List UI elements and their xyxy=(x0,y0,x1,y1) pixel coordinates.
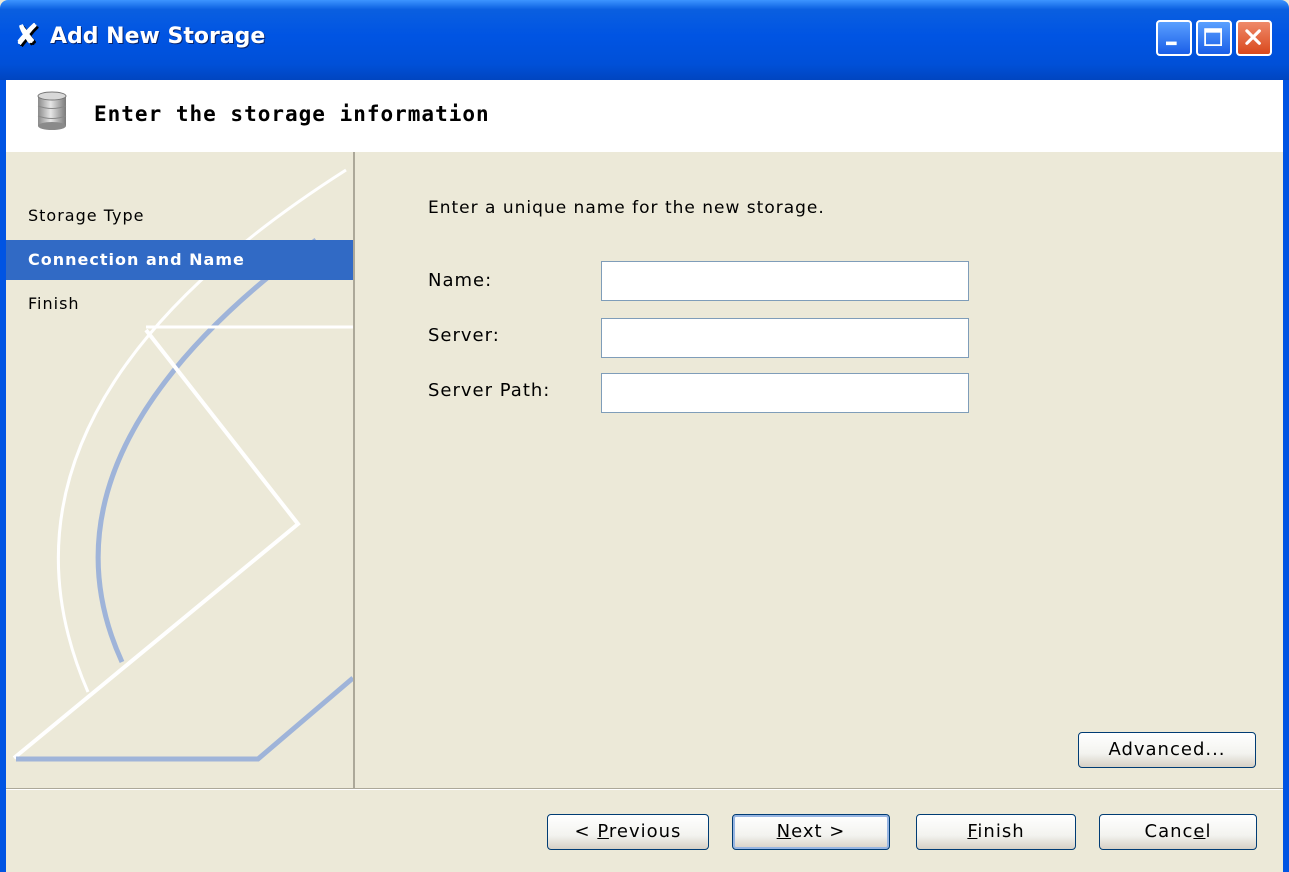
previous-prefix: < xyxy=(574,821,598,842)
finish-button[interactable]: Finish xyxy=(916,814,1076,850)
cancel-button[interactable]: Cancel xyxy=(1099,814,1257,850)
maximize-icon xyxy=(1204,28,1222,46)
app-logo-icon: ✘ xyxy=(14,18,40,53)
page-title: Enter the storage information xyxy=(94,102,490,126)
database-icon xyxy=(37,91,67,130)
next-label-rest: ext > xyxy=(791,821,846,842)
instruction-text: Enter a unique name for the new storage. xyxy=(428,198,825,218)
server-path-input[interactable] xyxy=(601,373,969,413)
next-button[interactable]: Next > xyxy=(732,814,890,850)
finish-label-rest: inish xyxy=(977,821,1025,842)
previous-button[interactable]: < Previous xyxy=(547,814,709,850)
cancel-label-rest: l xyxy=(1205,821,1212,842)
advanced-button[interactable]: Advanced... xyxy=(1078,732,1256,768)
minimize-button[interactable] xyxy=(1156,20,1192,56)
window-title: Add New Storage xyxy=(50,24,266,49)
name-label: Name: xyxy=(428,270,493,291)
server-path-label: Server Path: xyxy=(428,380,551,401)
panel-divider xyxy=(353,152,355,788)
server-label: Server: xyxy=(428,325,500,346)
wizard-content: Enter a unique name for the new storage.… xyxy=(360,152,1282,788)
previous-mnemonic: P xyxy=(597,821,609,842)
close-button[interactable] xyxy=(1236,20,1272,56)
cancel-mnemonic: e xyxy=(1193,821,1206,842)
close-icon xyxy=(1245,29,1261,45)
step-storage-type[interactable]: Storage Type xyxy=(6,196,353,236)
add-new-storage-dialog: ✘ Add New Storage Enter the storage info… xyxy=(0,0,1289,872)
maximize-button[interactable] xyxy=(1196,20,1232,56)
step-connection-and-name[interactable]: Connection and Name xyxy=(6,240,353,280)
window-frame-right xyxy=(1283,80,1289,872)
finish-mnemonic: F xyxy=(967,821,978,842)
wizard-footer: < Previous Next > Finish Cancel xyxy=(6,790,1283,872)
title-bar[interactable]: ✘ Add New Storage xyxy=(0,0,1289,80)
minimize-icon xyxy=(1166,41,1177,46)
step-finish[interactable]: Finish xyxy=(6,284,353,324)
previous-label-rest: revious xyxy=(608,821,682,842)
name-input[interactable] xyxy=(601,261,969,301)
server-input[interactable] xyxy=(601,318,969,358)
wizard-steps-panel: Storage Type Connection and Name Finish xyxy=(6,152,353,788)
next-mnemonic: N xyxy=(776,821,792,842)
cancel-label-pre: Canc xyxy=(1144,821,1194,842)
wizard-header: Enter the storage information xyxy=(6,80,1283,152)
